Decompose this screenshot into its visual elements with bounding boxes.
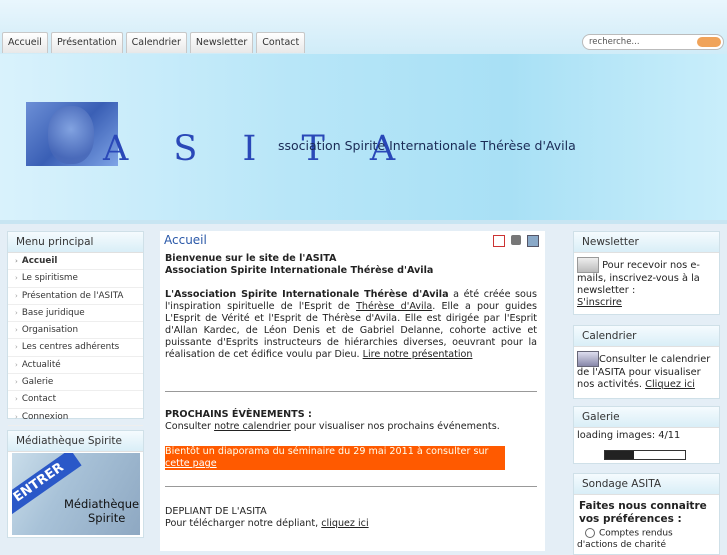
- intro-paragraph: L'Association Spirite Internationale Thé…: [165, 289, 537, 361]
- sondage-box: Sondage ASITA Faites nous connaitre vos …: [573, 473, 720, 555]
- events-post: pour visualiser nos prochains événements…: [290, 421, 500, 432]
- nav-tab-contact[interactable]: Contact: [256, 32, 306, 53]
- arrow-icon: ›: [15, 360, 18, 369]
- divider: [165, 391, 537, 392]
- menu-item-galerie[interactable]: › Galerie: [8, 374, 143, 392]
- menu-label: Connexion: [21, 411, 69, 422]
- main-nav: Accueil Présentation Calendrier Newslett…: [2, 32, 306, 53]
- menu-item-connexion[interactable]: › Connexion: [8, 409, 143, 426]
- arrow-icon: ›: [15, 326, 18, 335]
- logo-subtitle: ssociation Spirite Internationale Thérès…: [278, 138, 576, 153]
- subscribe-link[interactable]: S'inscrire: [577, 297, 622, 308]
- mediatheque-enter-banner[interactable]: ENTRER Médiathèque Spirite: [12, 453, 140, 535]
- arrow-icon: ›: [15, 378, 18, 387]
- menu-label: Actualité: [21, 359, 61, 370]
- calendar-icon: [577, 351, 599, 367]
- calendar-click-link[interactable]: Cliquez ici: [645, 379, 695, 390]
- depliant-text: Pour télécharger notre dépliant, cliquez…: [165, 518, 537, 530]
- menu-item-base-juridique[interactable]: › Base juridique: [8, 305, 143, 323]
- galerie-progress-bar: [604, 450, 686, 460]
- arrow-icon: ›: [15, 274, 18, 283]
- sondage-option-1[interactable]: Comptes rendus d'actions de charité: [574, 528, 719, 551]
- main-content: Accueil Bienvenue sur le site de l'ASITA…: [160, 231, 545, 551]
- menu-item-organisation[interactable]: › Organisation: [8, 322, 143, 340]
- sondage-title: Sondage ASITA: [574, 474, 719, 495]
- envelope-icon: [577, 257, 599, 273]
- menu-item-centres[interactable]: › Les centres adhérents: [8, 339, 143, 357]
- arrow-icon: ›: [15, 308, 18, 317]
- events-pre: Consulter: [165, 421, 215, 432]
- calendrier-title: Calendrier: [574, 326, 719, 347]
- main-menu-box: Menu principal › Accueil › Le spiritisme ›…: [7, 231, 144, 426]
- search-box: [582, 34, 724, 50]
- search-button[interactable]: [697, 37, 721, 47]
- menu-label: Le spiritisme: [21, 273, 78, 284]
- article-tools: [493, 235, 539, 247]
- newsletter-title: Newsletter: [574, 232, 719, 253]
- divider: [165, 486, 537, 487]
- top-bar: Accueil Présentation Calendrier Newslett…: [0, 0, 727, 54]
- intro-bold: L'Association Spirite Internationale Thé…: [165, 289, 449, 300]
- arrow-icon: ›: [15, 257, 18, 265]
- nav-tab-presentation[interactable]: Présentation: [50, 32, 123, 53]
- seminar-announcement: Bientôt un diaporama du séminaire du 29 …: [165, 446, 505, 470]
- sondage-question: Faites nous connaitre vos préférences :: [579, 500, 707, 525]
- menu-label: Contact: [21, 394, 57, 405]
- menu-label: Présentation de l'ASITA: [21, 290, 124, 301]
- mediatheque-line1: Médiathèque: [64, 497, 140, 511]
- galerie-loading-text: loading images: 4/11: [577, 430, 681, 441]
- menu-label: Les centres adhérents: [21, 342, 120, 353]
- menu-label: Base juridique: [21, 307, 85, 318]
- newsletter-box: Newsletter Pour recevoir nos e-mails, in…: [573, 231, 720, 315]
- depliant-link[interactable]: cliquez ici: [321, 518, 368, 529]
- menu-item-contact[interactable]: › Contact: [8, 391, 143, 409]
- newsletter-text: Pour recevoir nos e-mails, inscrivez-vou…: [574, 257, 719, 309]
- page-title: Accueil: [164, 233, 207, 247]
- menu-item-actualite[interactable]: › Actualité: [8, 357, 143, 375]
- pdf-icon[interactable]: [493, 235, 505, 247]
- menu-item-presentation[interactable]: › Présentation de l'ASITA: [8, 288, 143, 305]
- mediatheque-line2: Spirite: [88, 511, 126, 525]
- galerie-title: Galerie: [574, 407, 719, 428]
- menu-label: Accueil: [21, 256, 58, 266]
- calendrier-text: Consulter le calendrier de l'ASITA pour …: [574, 351, 719, 391]
- mediatheque-image-title: Médiathèque Spirite: [64, 497, 139, 525]
- nav-tab-accueil[interactable]: Accueil: [2, 32, 48, 53]
- depliant-title: DEPLIANT DE L'ASITA: [165, 506, 267, 517]
- menu-label: Organisation: [21, 325, 79, 336]
- nav-tab-newsletter[interactable]: Newsletter: [189, 32, 254, 53]
- calendrier-box: Calendrier Consulter le calendrier de l'…: [573, 325, 720, 399]
- header-banner: A S I T A ssociation Spirite Internation…: [0, 54, 727, 224]
- welcome-line-1: Bienvenue sur le site de l'ASITA: [165, 253, 337, 264]
- calendar-link[interactable]: notre calendrier: [214, 421, 291, 432]
- arrow-icon: ›: [15, 412, 18, 421]
- nav-tab-calendrier[interactable]: Calendrier: [125, 32, 187, 53]
- seminar-page-link[interactable]: cette page: [165, 458, 217, 469]
- search-input[interactable]: [589, 35, 689, 49]
- therese-link[interactable]: Thérèse d'Avila: [356, 301, 432, 312]
- arrow-icon: ›: [15, 291, 18, 300]
- mediatheque-title: Médiathèque Spirite: [8, 431, 143, 452]
- menu-label: Galerie: [21, 377, 54, 388]
- depliant-pre: Pour télécharger notre dépliant,: [165, 518, 322, 529]
- welcome-line-2: Association Spirite Internationale Thérè…: [165, 265, 434, 276]
- print-icon[interactable]: [511, 235, 521, 245]
- menu-item-spiritisme[interactable]: › Le spiritisme: [8, 270, 143, 288]
- menu-item-accueil[interactable]: › Accueil: [8, 253, 143, 271]
- highlight-text: Bientôt un diaporama du séminaire du 29 …: [165, 446, 489, 457]
- lire-presentation-link[interactable]: Lire notre présentation: [363, 349, 473, 360]
- events-text: Consulter notre calendrier pour visualis…: [165, 421, 537, 433]
- radio-button[interactable]: [585, 528, 595, 538]
- galerie-box: Galerie loading images: 4/11: [573, 406, 720, 464]
- mediatheque-box: Médiathèque Spirite ENTRER Médiathèque S…: [7, 430, 144, 538]
- arrow-icon: ›: [15, 343, 18, 352]
- main-menu-title: Menu principal: [8, 232, 143, 253]
- galerie-progress-fill: [605, 451, 634, 459]
- arrow-icon: ›: [15, 395, 18, 404]
- email-icon[interactable]: [527, 235, 539, 247]
- events-title: PROCHAINS ÉVÈNEMENTS :: [165, 409, 312, 420]
